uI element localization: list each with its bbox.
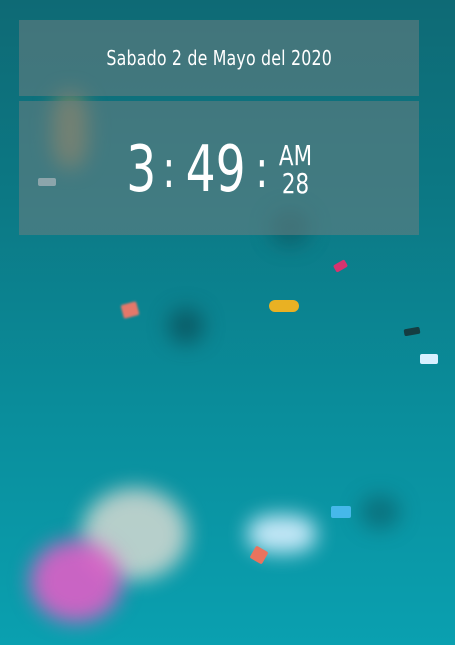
minutes-seconds-separator: :: [255, 140, 269, 200]
hours-value: 3: [126, 133, 157, 207]
confetti-magenta: [332, 259, 349, 273]
background-image: [0, 0, 455, 645]
confetti-dark: [403, 326, 421, 337]
confetti-white-right: [420, 354, 438, 364]
hours-minutes-separator: :: [162, 140, 176, 200]
time-display: 3 : 49 : AM 28: [19, 131, 419, 209]
date-label: Sabado 2 de Mayo del 2020: [106, 46, 332, 70]
seconds-value: 28: [282, 167, 310, 200]
date-panel: Sabado 2 de Mayo del 2020: [19, 20, 419, 96]
confetti-yellow: [269, 300, 299, 312]
bokeh-dark-1: [168, 308, 204, 344]
minutes-value: 49: [185, 133, 246, 207]
bokeh-pink: [30, 540, 122, 622]
ampm-seconds-stack: AM 28: [279, 142, 312, 198]
confetti-blue-2: [331, 506, 351, 518]
confetti-orange-1: [120, 301, 140, 319]
clock-panel: 3 : 49 : AM 28: [19, 101, 419, 235]
ampm-indicator: AM: [279, 139, 313, 172]
bokeh-dark-2: [360, 495, 400, 529]
